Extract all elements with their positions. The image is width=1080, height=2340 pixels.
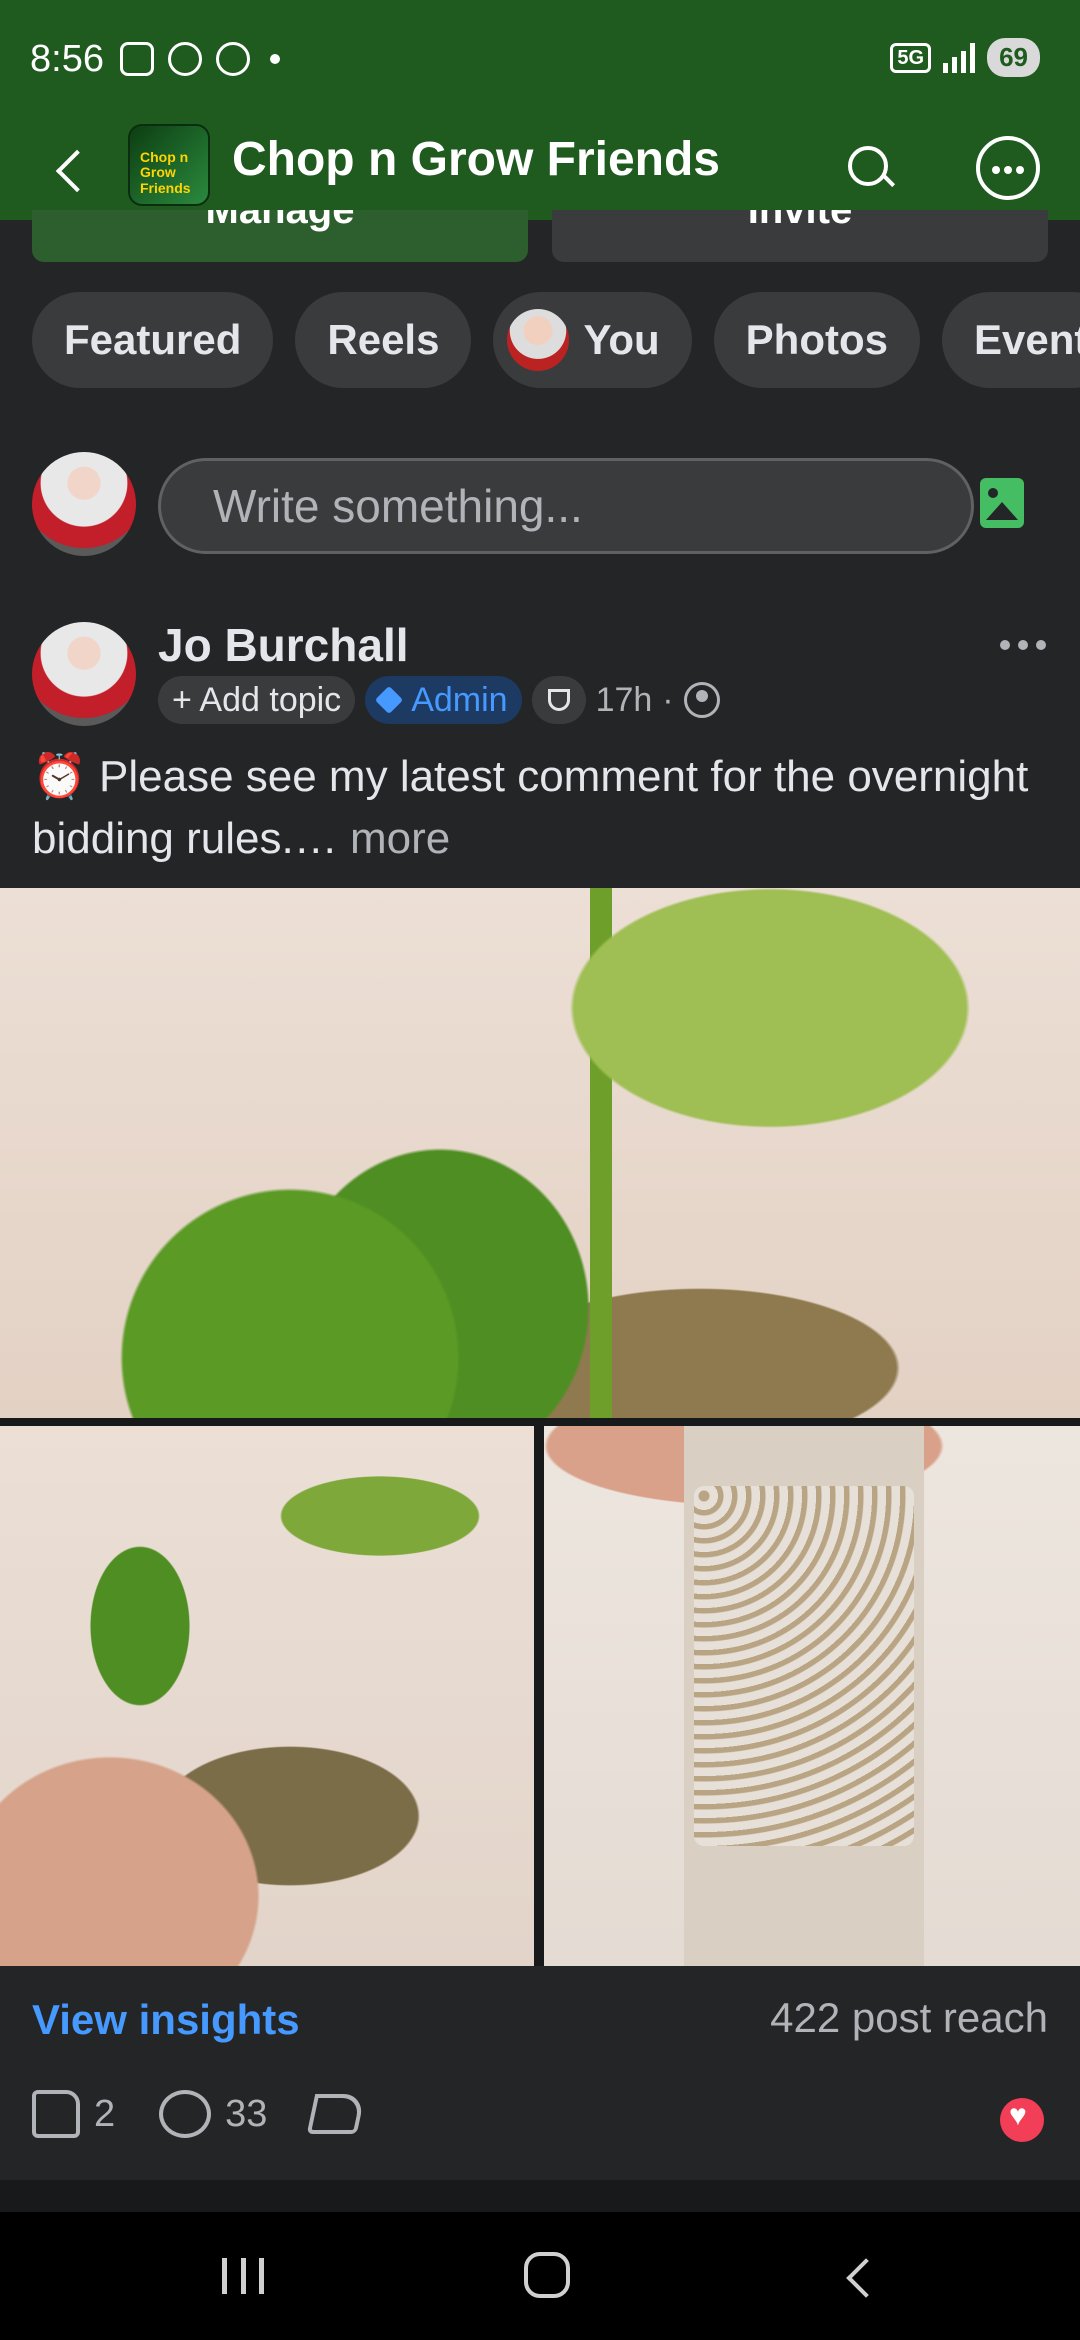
post-actions: 2 33: [32, 2090, 405, 2138]
like-button[interactable]: 2: [32, 2090, 115, 2138]
share-icon: [307, 2094, 366, 2134]
search-button[interactable]: [838, 136, 902, 200]
privacy-icon: [683, 682, 720, 718]
separator: ·: [662, 680, 674, 719]
status-icons: [120, 42, 280, 76]
invite-button[interactable]: Invite: [552, 210, 1048, 262]
avatar: [507, 309, 570, 371]
tab-events[interactable]: Event: [942, 292, 1080, 388]
avatar[interactable]: [32, 452, 136, 556]
post-image[interactable]: [0, 888, 1080, 1418]
status-bar: 8:56 5G 69: [0, 0, 1080, 120]
top-bar: 8:56 5G 69 Chop n Grow Friends Chop n Gr…: [0, 0, 1080, 220]
photo-icon[interactable]: [980, 478, 1024, 528]
post-image[interactable]: [544, 1426, 1080, 1966]
location-icon: [216, 42, 250, 76]
post-image-grid: [0, 888, 1080, 1966]
signal-icon: [943, 42, 976, 73]
tab-featured[interactable]: Featured: [32, 292, 274, 388]
post-more-button[interactable]: [1000, 640, 1046, 650]
like-count: 2: [94, 2092, 116, 2135]
write-something-input[interactable]: Write something...: [158, 458, 974, 554]
home-button[interactable]: [524, 2252, 570, 2298]
tab-you-label: You: [583, 316, 660, 363]
tab-you[interactable]: You: [493, 292, 692, 388]
add-topic-button[interactable]: + Add topic: [158, 676, 356, 724]
more-options-button[interactable]: [976, 136, 1040, 200]
share-button[interactable]: [307, 2094, 366, 2134]
post-reach: 422 post reach: [770, 1994, 1048, 2041]
status-time: 8:56: [30, 38, 104, 80]
admin-icon: [375, 685, 404, 715]
recent-apps-button[interactable]: [222, 2258, 264, 2294]
notification-dot-icon: [270, 54, 280, 64]
tab-chips: Featured Reels You Photos Event: [32, 292, 1080, 392]
hotspot-icon: [168, 42, 202, 76]
like-icon: [32, 2090, 80, 2138]
comment-button[interactable]: 33: [159, 2090, 267, 2138]
screenshot-icon: [120, 42, 154, 76]
battery-level: 69: [987, 38, 1040, 77]
comment-count: 33: [225, 2092, 268, 2135]
post-composer: Write something...: [32, 452, 1048, 560]
network-type: 5G: [890, 42, 932, 73]
avatar[interactable]: [32, 622, 136, 726]
admin-badge: Admin: [365, 676, 522, 724]
post-meta: + Add topic Admin 17h ·: [158, 676, 720, 724]
post-author[interactable]: Jo Burchall: [158, 618, 409, 672]
system-back-button[interactable]: [840, 2258, 876, 2294]
feed-divider: [0, 2180, 1080, 2212]
trophy-icon: [547, 689, 570, 711]
back-button[interactable]: [44, 138, 104, 198]
status-right: 5G 69: [890, 38, 1040, 77]
group-logo-text: Chop n Grow Friends: [140, 149, 191, 196]
group-title[interactable]: Chop n Grow Friends: [232, 132, 720, 187]
tab-photos[interactable]: Photos: [713, 292, 920, 388]
manage-button[interactable]: Manage: [32, 210, 528, 262]
see-more-link[interactable]: more: [350, 814, 450, 863]
post-time[interactable]: 17h: [596, 681, 653, 720]
group-logo[interactable]: Chop n Grow Friends: [128, 124, 210, 206]
post-image[interactable]: [0, 1426, 534, 1966]
love-reaction-icon[interactable]: [1000, 2098, 1044, 2142]
comment-icon: [159, 2090, 212, 2138]
system-nav-bar: [0, 2212, 1080, 2340]
trophy-badge[interactable]: [531, 676, 586, 724]
post-text[interactable]: ⏰ Please see my latest comment for the o…: [32, 746, 1052, 870]
tab-reels[interactable]: Reels: [295, 292, 472, 388]
app-header: Chop n Grow Friends Chop n Grow Friends: [0, 120, 1080, 220]
view-insights-link[interactable]: View insights: [32, 1996, 300, 2044]
